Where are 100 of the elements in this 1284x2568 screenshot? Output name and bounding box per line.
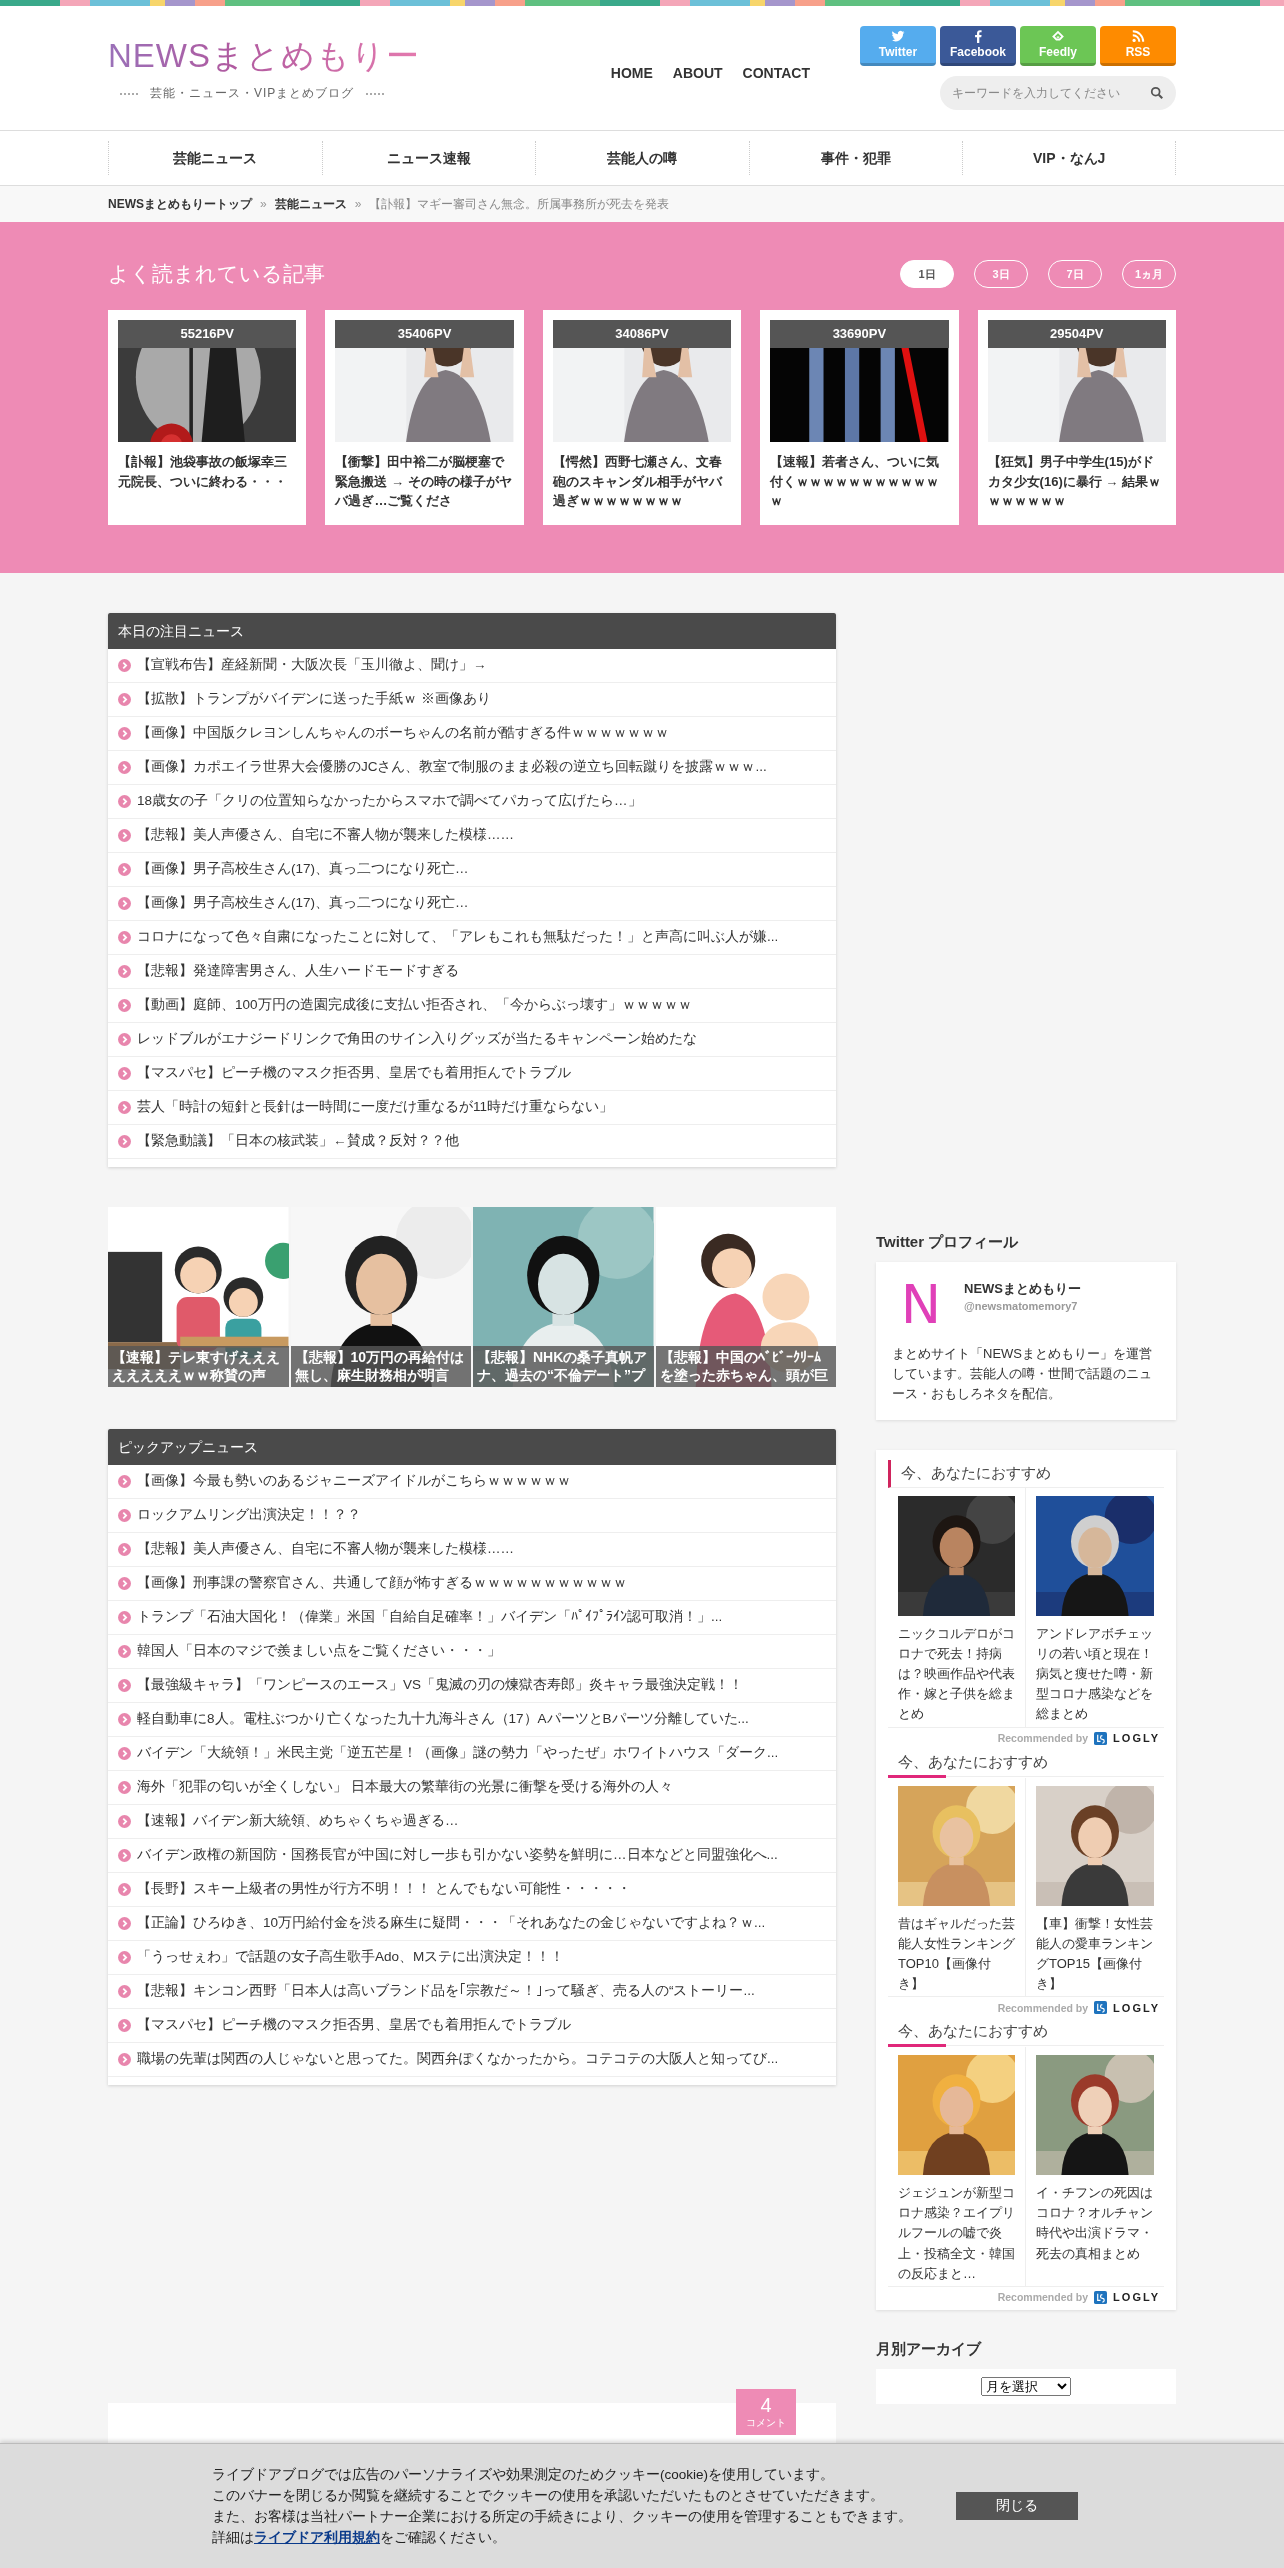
article-title[interactable]: 【狂気】男子中学生(15)がドカタ少女(16)に暴行 → 結果ｗｗｗｗｗｗｗ [987,452,1166,511]
image-caption[interactable]: 【悲報】10万円の再給付は無し、麻生財務相が明言 [290,1346,471,1387]
news-link[interactable]: 「うっせぇわ」で話題の女子高生歌手Ado、Mステに出演決定！！！ [137,1948,565,1966]
social-button[interactable]: Facebook [940,26,1016,66]
news-link[interactable]: 【速報】バイデン新大統領、めちゃくちゃ過ぎる… [137,1812,459,1830]
chevron-circle-icon [118,1542,131,1556]
news-link[interactable]: バイデン「大統領！」米民主党「逆五芒星！（画像」謎の勢力「やったぜ」ホワイトハウス「ダーク... [137,1744,779,1762]
news-link[interactable]: 【正論】ひろゆき、10万円給付金を渋る麻生に疑問・・・「それあなたの金じゃないですよね？ｗ... [137,1914,766,1932]
news-link[interactable]: 【画像】今最も勢いのあるジャニーズアイドルがこちらｗｗｗｗｗｗ [137,1472,571,1490]
article-card[interactable]: 33690PV 【速報】若者さん、ついに気付くｗｗｗｗｗｗｗｗｗｗｗｗ [760,310,959,525]
news-link[interactable]: レッドブルがエナジードリンクで角田のサイン入りグッズが当たるキャンペーン始めたな [137,1030,697,1048]
news-link[interactable]: 【悲報】美人声優さん、自宅に不審人物が襲来した模様…… [137,826,514,844]
category-link[interactable]: 事件・犯罪 [748,141,963,175]
chevron-circle-icon [118,1712,131,1726]
article-card[interactable]: 55216PV 【訃報】池袋事故の飯塚幸三元院長、ついに終わる・・・ [108,310,307,525]
chevron-circle-icon [118,760,131,774]
category-link[interactable]: VIP・なんJ [962,141,1176,175]
news-link[interactable]: 【画像】刑事課の警察官さん、共通して顔が怖すぎるｗｗｗｗｗｗｗｗｗｗｗ [137,1574,627,1592]
breadcrumb-current: 【訃報】マギー審司さん無念。所属事務所が死去を発表 [369,195,670,213]
chevron-circle-icon [118,1814,131,1828]
profile-name[interactable]: NEWSまとめもりー [964,1279,1081,1298]
chevron-circle-icon [118,862,131,876]
news-link[interactable]: 【最強級キャラ】「ワンピースのエース」VS「鬼滅の刃の煉獄杏寿郎」炎キャラ最強決定戦！！ [137,1676,743,1694]
image-caption[interactable]: 【悲報】NHKの桑子真帆アナ、過去の“不倫デート”プ [473,1346,654,1387]
news-link[interactable]: 【緊急動議】「日本の核武装」←賛成？反対？？他 [137,1132,459,1150]
sidebar-title: Twitter プロフィール [876,1232,1020,1252]
breadcrumb-separator: » [354,197,362,211]
recommended-article[interactable]: イ・チフンの死因はコロナ？オルチャン時代や出演ドラマ・死去の真相まとめ [1036,2183,1154,2264]
news-link[interactable]: コロナになって色々自粛になったことに対して、「アレもこれも無駄だった！」と声高に叫ぶ人が嫌... [137,928,779,946]
news-link[interactable]: 【拡散】トランプがバイデンに送った手紙ｗ ※画像あり [137,690,491,708]
chevron-circle-icon [118,1032,131,1046]
article-card[interactable]: 34086PV 【愕然】西野七瀬さん、文春砲のスキャンダル相手がヤバ過ぎｗｗｗｗｗｗｗｗ [542,310,742,525]
rss-icon [1131,30,1145,43]
news-link[interactable]: 【画像】カポエイラ世界大会優勝のJCさん、教室で制服のまま必殺の逆立ち回転蹴りを披露ｗｗｗ... [137,758,767,776]
news-link[interactable]: 【宣戦布告】産経新聞・大阪次長「玉川徹よ、聞け」→ [137,656,487,674]
breadcrumb-link[interactable]: NEWSまとめもりートップ [108,195,252,213]
news-link[interactable]: 軽自動車に8人。電柱ぶつかり亡くなった九十九海斗さん（17）AパーツとBパーツ分離していた... [137,1710,749,1728]
recommended-article[interactable]: 昔はギャルだった芸能人女性ランキングTOP10【画像付き】 [898,1913,1015,1995]
breadcrumb-link[interactable]: 芸能ニュース [274,195,347,213]
recommended-article[interactable]: アンドレアボチェッリの若い頃と現在！病気と痩せた噂・新型コロナ感染などを総まとめ [1036,1623,1154,1725]
credit-text: Recommended by [997,1732,1089,1745]
news-link[interactable]: 【マスパセ】ピーチ機のマスク拒否男、皇居でも着用拒んでトラブル [137,1064,571,1082]
article-title[interactable]: 【衝撃】田中裕二が脳梗塞で緊急搬送 → その時の様子がヤバ過ぎ…ご覧くださ [335,452,514,511]
news-link[interactable]: 芸人「時計の短針と長針は一時間に一度だけ重なるが11時だけ重ならない」 [137,1098,613,1116]
chevron-circle-icon [118,1066,131,1080]
header-link[interactable]: ABOUT [672,65,723,81]
terms-link[interactable]: ライブドア利用規約 [254,2530,380,2545]
month-select[interactable]: 月を選択 [981,2376,1071,2396]
news-link[interactable]: トランプ「石油大国化！（偉業」米国「自給自足確率！」バイデン「ﾊﾟｲﾌﾟﾗｲﾝ認可取消！」... [137,1608,723,1626]
brand-name: LOGLY [1113,2001,1160,2014]
logo-icon [1094,1731,1108,1745]
article-title[interactable]: 【愕然】西野七瀬さん、文春砲のスキャンダル相手がヤバ過ぎｗｗｗｗｗｗｗｗ [552,452,732,511]
recommendation-heading: 今、あなたにおすすめ [888,1459,1164,1488]
chevron-circle-icon [118,2018,131,2032]
article-title[interactable]: 【訃報】池袋事故の飯塚幸三元院長、ついに終わる・・・ [118,452,297,491]
news-link[interactable]: 【画像】男子高校生さん(17)、真っ二つになり死亡… [137,860,469,878]
news-link[interactable]: 韓国人「日本のマジで羨ましい点をご覧ください・・・」 [137,1642,501,1660]
profile-bio: まとめサイト「NEWSまとめもりー」を運営しています。芸能人の噂・世間で話題のニュース・おもしろネタを配信。 [892,1344,1153,1403]
article-card[interactable]: 35406PV 【衝撃】田中裕二が脳梗塞で緊急搬送 → その時の様子がヤバ過ぎ…ご覧くださ [325,310,524,525]
tagline: 芸能・ニュース・VIPまとめブログ [150,85,355,102]
header-link[interactable]: HOME [610,65,653,81]
news-link[interactable]: 【長野】スキー上級者の男性が行方不明！！！ とんでもない可能性・・・・・ [137,1880,631,1898]
news-link[interactable]: 18歳女の子「クリの位置知らなかったからスマホで調べてパカって広げたら…」 [137,792,642,810]
recommended-article[interactable]: ニックコルデロがコロナで死去！持病は？映画作品や代表作・嫁と子供を総まとめ [898,1623,1015,1725]
news-link[interactable]: 【画像】男子高校生さん(17)、真っ二つになり死亡… [137,894,469,912]
view-count: 35406PV [335,320,514,348]
news-link[interactable]: 海外「犯罪の匂いが全くしない」 日本最大の繁華街の光景に衝撃を受ける海外の人々 [137,1778,673,1796]
chevron-circle-icon [118,1100,131,1114]
news-link[interactable]: 【動画】庭師、100万円の造園完成後に支払い拒否され、「今からぶっ壊す」ｗｗｗｗｗ [137,996,692,1014]
view-count: 34086PV [552,320,732,348]
news-link[interactable]: 【悲報】美人声優さん、自宅に不審人物が襲来した模様…… [137,1540,514,1558]
logo-icon [1094,2290,1108,2304]
news-link[interactable]: 職場の先輩は関西の人じゃないと思ってた。関西弁ぽくなかったから。コテコテの大阪人と知ってび... [137,2050,779,2068]
news-link[interactable]: バイデン政権の新国防・国務長官が中国に対し一歩も引かない姿勢を鮮明に…日本などと同盟強化へ... [137,1846,778,1864]
chevron-circle-icon [118,658,131,672]
header-link[interactable]: CONTACT [742,65,810,81]
category-link[interactable]: 芸能人の噂 [535,141,749,175]
search-field[interactable]: キーワードを入力してください [940,76,1176,110]
recommended-article[interactable]: 【車】衝撃！女性芸能人の愛車ランキングTOP15【画像付き】 [1036,1913,1154,1995]
search-icon[interactable] [1150,86,1164,100]
news-link[interactable]: ロックアムリング出演決定！！？？ [137,1506,361,1524]
image-caption[interactable]: 【速報】テレ東すげええええええええｗｗ称賛の声 [108,1346,289,1387]
news-link[interactable]: 【画像】中国版クレヨンしんちゃんのボーちゃんの名前が酷すぎる件ｗｗｗｗｗｗｗ [137,724,669,742]
chevron-circle-icon [118,1610,131,1624]
article-title[interactable]: 【速報】若者さん、ついに気付くｗｗｗｗｗｗｗｗｗｗｗｗ [770,452,949,511]
recommended-article[interactable]: ジェジュンが新型コロナ感染？エイプリルフールの嘘で炎上・投稿全文・韓国の反応まと… [898,2183,1015,2284]
news-link[interactable]: 【悲報】発達障害男さん、人生ハードモードすぎる [137,962,459,980]
chevron-circle-icon [118,692,131,706]
close-button[interactable]: 閉じる [956,2492,1078,2520]
chevron-circle-icon [118,1134,131,1148]
image-caption[interactable]: 【悲報】中国のﾍﾞﾋﾞｰｸﾘｰﾑを塗った赤ちゃん、頭が巨 [655,1346,836,1387]
category-link[interactable]: ニュース速報 [321,141,536,175]
news-link[interactable]: 【悲報】キンコン西野「日本人は高いブランド品を｢宗教だ～！｣って騒ぎ、売る人の“ストーリー... [137,1982,755,2000]
chevron-circle-icon [118,794,131,808]
brand-name: LOGLY [1113,2291,1160,2304]
period-tab[interactable]: 1日 [900,260,954,288]
news-link[interactable]: 【マスパセ】ピーチ機のマスク拒否男、皇居でも着用拒んでトラブル [137,2016,571,2034]
category-link[interactable]: 芸能ニュース [108,141,322,175]
chevron-circle-icon [118,1916,131,1930]
article-card[interactable]: 29504PV 【狂気】男子中学生(15)がドカタ少女(16)に暴行 → 結果ｗｗｗｗｗｗｗ [977,310,1176,525]
